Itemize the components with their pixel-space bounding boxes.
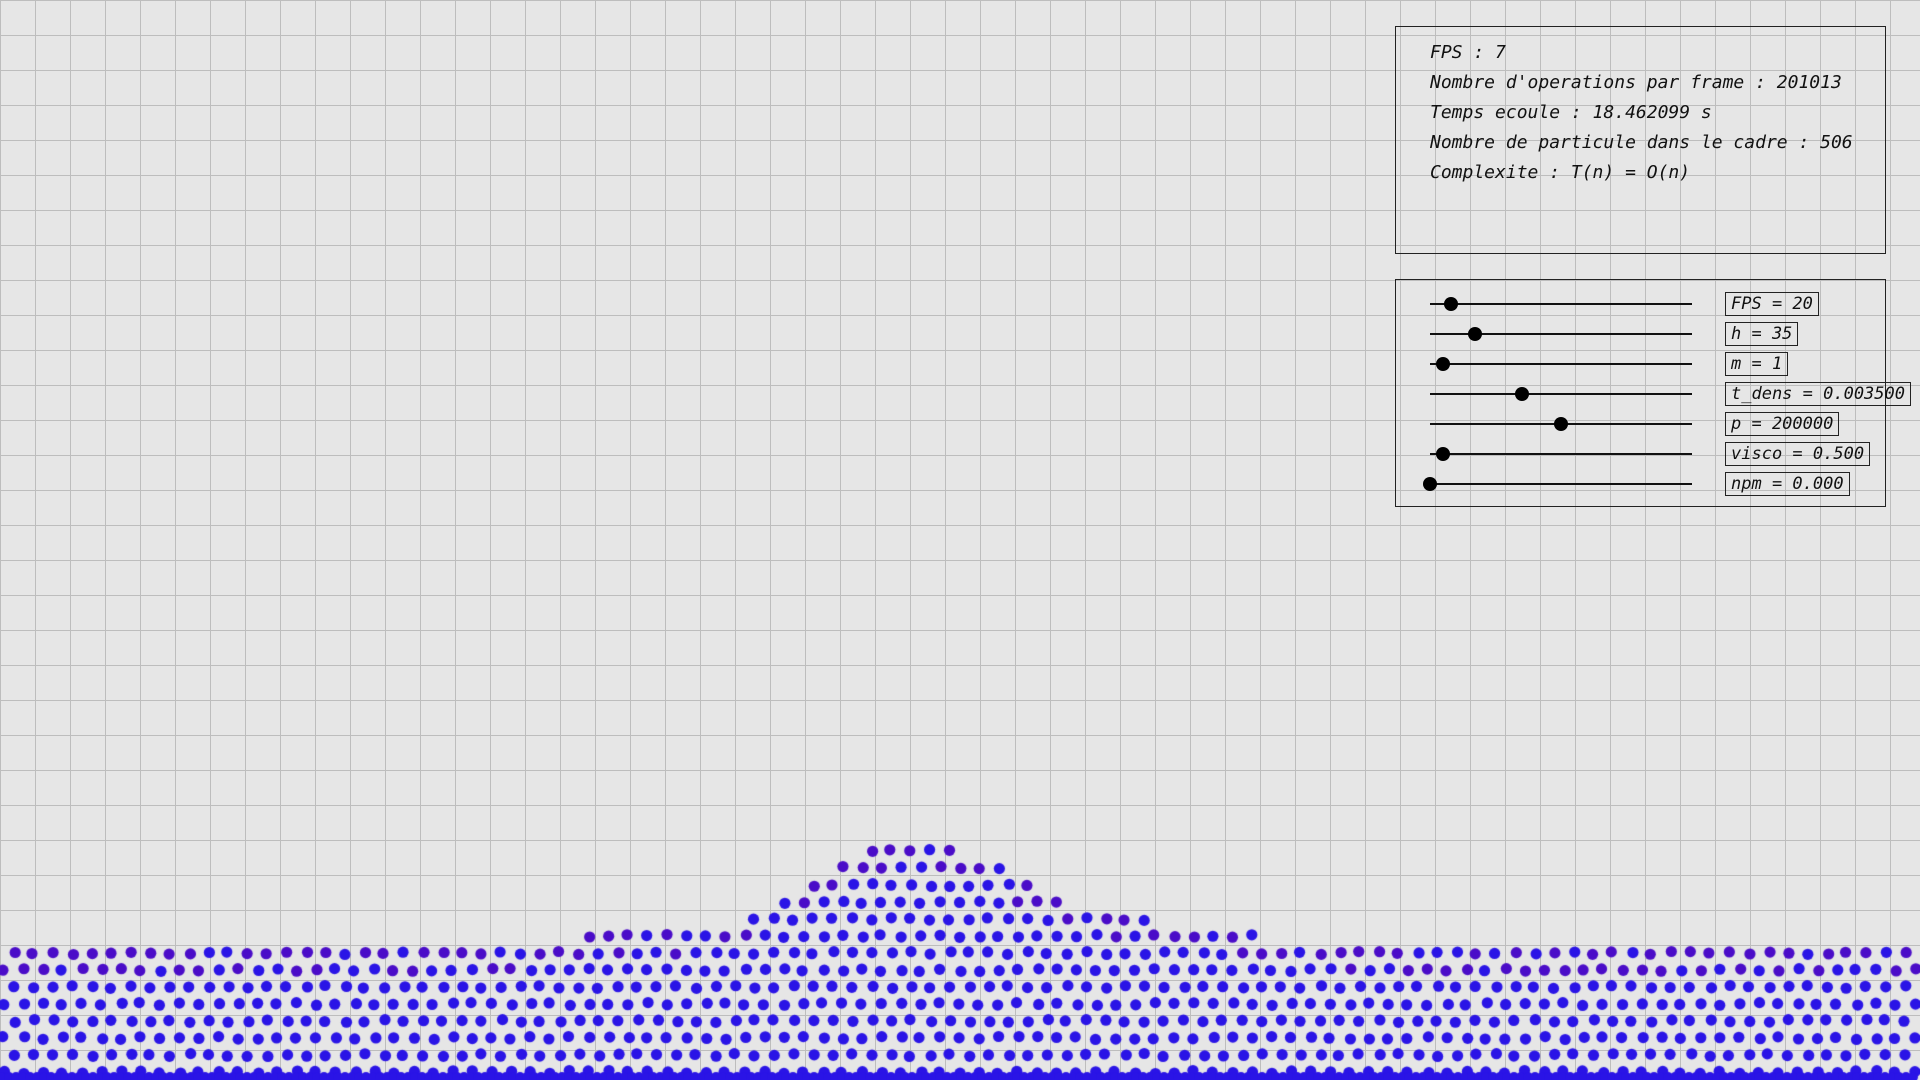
slider-p: p = 200000 (1396, 412, 1885, 436)
slider-value-label: p = 200000 (1725, 412, 1840, 436)
slider-track[interactable] (1430, 453, 1692, 455)
slider-h: h = 35 (1396, 322, 1885, 346)
slider-knob[interactable] (1443, 297, 1458, 311)
slider-value-label: npm = 0.000 (1725, 472, 1850, 496)
simulation-canvas[interactable]: FPS : 7 Nombre d'operations par frame : … (0, 0, 1920, 1080)
slider-knob[interactable] (1436, 447, 1451, 461)
slider-value-label: t_dens = 0.003500 (1725, 382, 1911, 406)
slider-track[interactable] (1430, 303, 1692, 305)
slider-knob[interactable] (1514, 387, 1529, 401)
slider-knob[interactable] (1423, 477, 1437, 491)
slider-visco: visco = 0.500 (1396, 442, 1885, 466)
slider-t-dens: t_dens = 0.003500 (1396, 382, 1911, 406)
slider-value-label: m = 1 (1725, 352, 1789, 376)
slider-fps: FPS = 20 (1396, 292, 1885, 316)
slider-value-label: visco = 0.500 (1725, 442, 1871, 466)
operations-readout: Nombre d'operations par frame : 201013 (1430, 72, 1842, 93)
slider-knob[interactable] (1554, 417, 1568, 431)
slider-knob[interactable] (1436, 357, 1451, 371)
elapsed-time-readout: Temps ecoule : 18.462099 s (1430, 102, 1712, 123)
complexity-readout: Complexite : T(n) = O(n) (1430, 162, 1691, 183)
slider-knob[interactable] (1467, 327, 1482, 341)
slider-track[interactable] (1430, 393, 1692, 395)
slider-npm: npm = 0.000 (1396, 472, 1885, 496)
particle-count-readout: Nombre de particule dans le cadre : 506 (1430, 132, 1853, 153)
slider-value-label: h = 35 (1725, 322, 1799, 346)
fps-readout: FPS : 7 (1430, 42, 1506, 63)
controls-panel: FPS = 20 h = 35 m = 1 t_dens = 0.003500 … (1395, 279, 1911, 507)
slider-m: m = 1 (1396, 352, 1885, 376)
stats-panel: FPS : 7 Nombre d'operations par frame : … (1395, 26, 1886, 254)
slider-track[interactable] (1430, 363, 1692, 365)
slider-value-label: FPS = 20 (1725, 292, 1819, 316)
slider-track[interactable] (1430, 483, 1692, 485)
